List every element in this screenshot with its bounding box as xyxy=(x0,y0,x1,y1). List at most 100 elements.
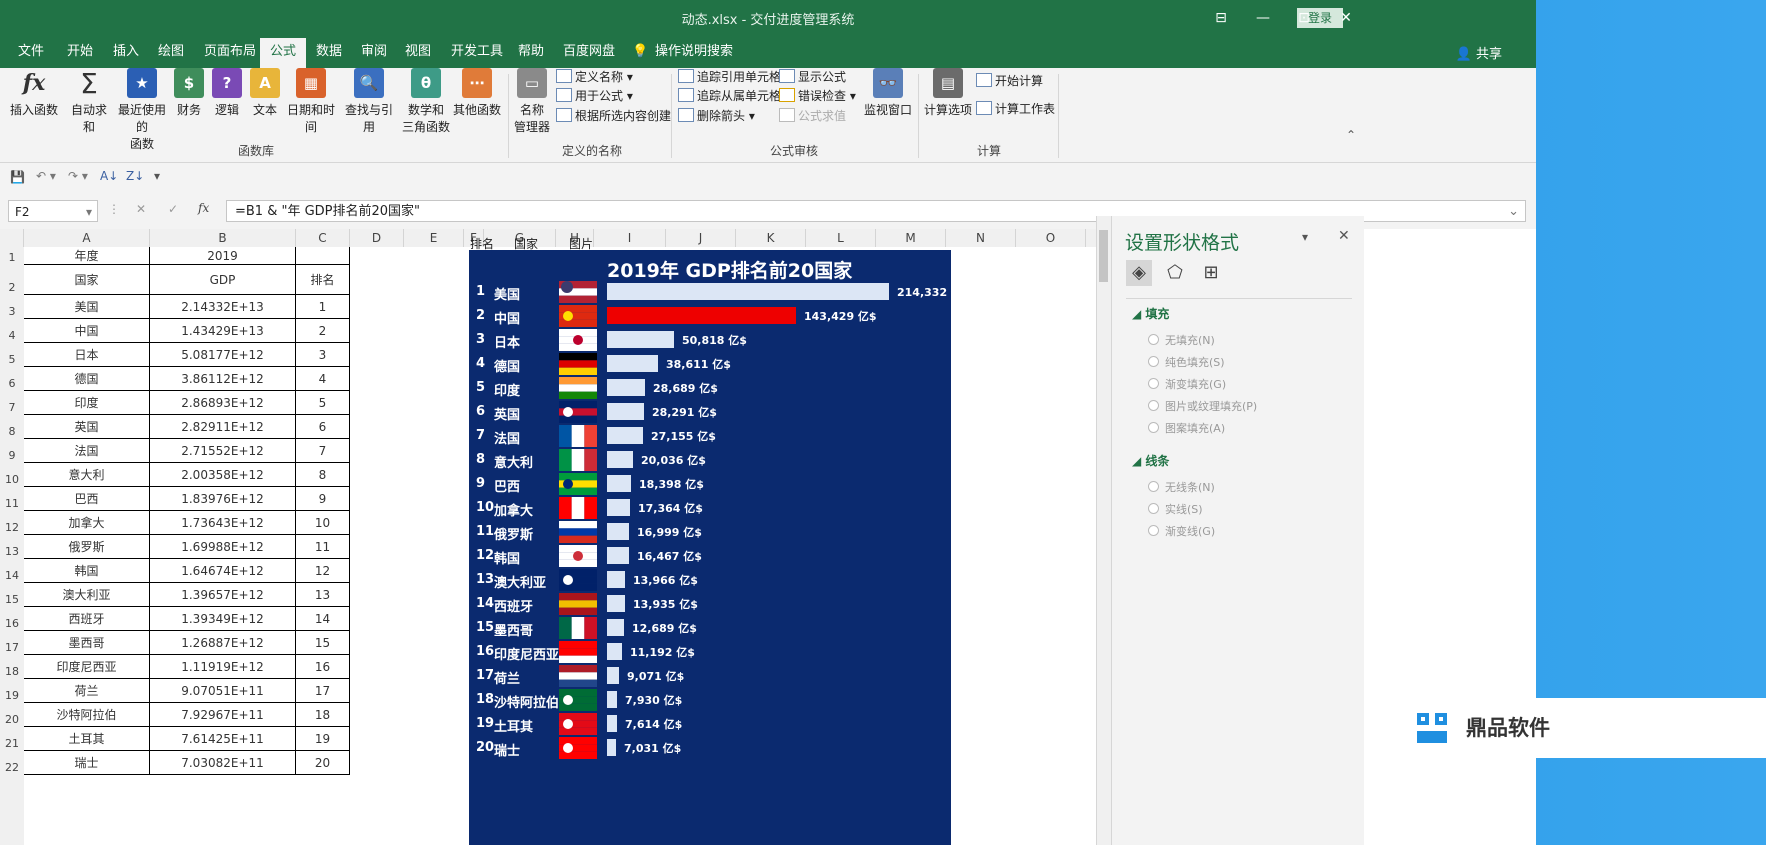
row-header-9[interactable]: 9 xyxy=(0,449,24,462)
table-cell-country[interactable]: 日本 xyxy=(24,343,150,367)
table-cell-gdp[interactable]: 3.86112E+12 xyxy=(150,367,296,391)
table-cell-gdp[interactable]: 1.11919E+12 xyxy=(150,655,296,679)
row-header-20[interactable]: 20 xyxy=(0,713,24,726)
table-cell-rank[interactable]: 11 xyxy=(296,535,350,559)
row-header-4[interactable]: 4 xyxy=(0,329,24,342)
tab-view[interactable]: 视图 xyxy=(405,43,431,68)
pane-radio-option[interactable]: 渐变线(G) xyxy=(1148,523,1215,539)
tab-formulas[interactable]: 公式 xyxy=(260,38,307,70)
row-header-16[interactable]: 16 xyxy=(0,617,24,630)
cell-a1[interactable]: 年度 xyxy=(24,247,150,265)
pane-radio-option[interactable]: 实线(S) xyxy=(1148,501,1203,517)
vertical-scrollbar[interactable] xyxy=(1096,216,1111,845)
text-button[interactable]: A 文本 xyxy=(250,68,280,118)
financial-button[interactable]: $ 财务 xyxy=(174,68,204,118)
table-cell-rank[interactable]: 12 xyxy=(296,559,350,583)
calc-now-button[interactable]: 开始计算 xyxy=(976,72,1043,89)
cell-c1[interactable] xyxy=(296,247,350,265)
show-formulas-button[interactable]: 显示公式 xyxy=(779,68,846,85)
column-header-j[interactable]: J xyxy=(666,229,736,247)
table-cell-gdp[interactable]: 2.82911E+12 xyxy=(150,415,296,439)
table-cell-rank[interactable]: 17 xyxy=(296,679,350,703)
trace-precedents-button[interactable]: 追踪引用单元格 xyxy=(678,68,781,85)
table-cell-country[interactable]: 瑞士 xyxy=(24,751,150,775)
cell-a2[interactable]: 国家 xyxy=(24,265,150,295)
redo-icon[interactable]: ↷ ▾ xyxy=(68,169,88,183)
tab-draw[interactable]: 绘图 xyxy=(158,43,184,68)
maximize-button[interactable]: ⊡ xyxy=(1290,6,1318,30)
table-cell-country[interactable]: 意大利 xyxy=(24,463,150,487)
cell-c2[interactable]: 排名 xyxy=(296,265,350,295)
table-cell-rank[interactable]: 9 xyxy=(296,487,350,511)
table-cell-rank[interactable]: 19 xyxy=(296,727,350,751)
row-header-7[interactable]: 7 xyxy=(0,401,24,414)
table-cell-country[interactable]: 沙特阿拉伯 xyxy=(24,703,150,727)
table-cell-rank[interactable]: 5 xyxy=(296,391,350,415)
pane-options-icon[interactable]: ▾ xyxy=(1302,230,1308,244)
column-header-m[interactable]: M xyxy=(876,229,946,247)
column-header-d[interactable]: D xyxy=(350,229,404,247)
tell-me-search[interactable]: 操作说明搜索 xyxy=(655,43,733,68)
tab-baidu-netdisk[interactable]: 百度网盘 xyxy=(563,43,615,68)
tab-data[interactable]: 数据 xyxy=(316,43,342,68)
pane-radio-option[interactable]: 图案填充(A) xyxy=(1148,420,1225,436)
sort-descending-icon[interactable]: Z↓ xyxy=(126,169,144,183)
row-header-12[interactable]: 12 xyxy=(0,521,24,534)
column-header-k[interactable]: K xyxy=(736,229,806,247)
tab-review[interactable]: 审阅 xyxy=(361,43,387,68)
table-cell-country[interactable]: 土耳其 xyxy=(24,727,150,751)
table-cell-gdp[interactable]: 7.61425E+11 xyxy=(150,727,296,751)
tab-file[interactable]: 文件 xyxy=(18,43,44,68)
column-header-c[interactable]: C xyxy=(296,229,350,247)
table-cell-rank[interactable]: 14 xyxy=(296,607,350,631)
error-checking-button[interactable]: 错误检查 ▾ xyxy=(779,87,856,104)
pane-radio-option[interactable]: 渐变填充(G) xyxy=(1148,376,1226,392)
table-cell-country[interactable]: 荷兰 xyxy=(24,679,150,703)
table-cell-country[interactable]: 印度 xyxy=(24,391,150,415)
datetime-button[interactable]: ▦ 日期和时间 xyxy=(283,68,339,135)
table-cell-rank[interactable]: 2 xyxy=(296,319,350,343)
table-cell-country[interactable]: 德国 xyxy=(24,367,150,391)
row-header-14[interactable]: 14 xyxy=(0,569,24,582)
customize-qat-icon[interactable]: ▾ xyxy=(154,169,160,183)
close-button[interactable]: ✕ xyxy=(1332,6,1360,30)
table-cell-rank[interactable]: 10 xyxy=(296,511,350,535)
effects-icon[interactable]: ⬠ xyxy=(1162,260,1188,286)
table-cell-rank[interactable]: 15 xyxy=(296,631,350,655)
table-cell-gdp[interactable]: 1.39657E+12 xyxy=(150,583,296,607)
logical-button[interactable]: ? 逻辑 xyxy=(212,68,242,118)
table-cell-gdp[interactable]: 1.69988E+12 xyxy=(150,535,296,559)
table-cell-country[interactable]: 加拿大 xyxy=(24,511,150,535)
row-header-1[interactable]: 1 xyxy=(0,251,24,264)
table-cell-gdp[interactable]: 1.39349E+12 xyxy=(150,607,296,631)
pane-radio-option[interactable]: 无线条(N) xyxy=(1148,479,1215,495)
ribbon-display-icon[interactable]: ⊟ xyxy=(1207,6,1235,30)
collapse-ribbon-icon[interactable]: ⌃ xyxy=(1346,128,1356,142)
insert-function-button[interactable]: fx 插入函数 xyxy=(10,68,58,118)
table-cell-gdp[interactable]: 5.08177E+12 xyxy=(150,343,296,367)
row-header-21[interactable]: 21 xyxy=(0,737,24,750)
pane-radio-option[interactable]: 纯色填充(S) xyxy=(1148,354,1225,370)
row-header-19[interactable]: 19 xyxy=(0,689,24,702)
undo-icon[interactable]: ↶ ▾ xyxy=(36,169,56,183)
table-cell-rank[interactable]: 7 xyxy=(296,439,350,463)
table-cell-rank[interactable]: 16 xyxy=(296,655,350,679)
table-cell-rank[interactable]: 1 xyxy=(296,295,350,319)
name-manager-button[interactable]: ▭ 名称 管理器 xyxy=(514,68,550,135)
table-cell-gdp[interactable]: 2.86893E+12 xyxy=(150,391,296,415)
table-cell-gdp[interactable]: 1.73643E+12 xyxy=(150,511,296,535)
row-header-13[interactable]: 13 xyxy=(0,545,24,558)
row-header-5[interactable]: 5 xyxy=(0,353,24,366)
fill-line-icon[interactable]: ◈ xyxy=(1126,260,1152,286)
more-functions-button[interactable]: ⋯ 其他函数 xyxy=(453,68,501,118)
scrollbar-thumb[interactable] xyxy=(1099,230,1108,282)
calc-sheet-button[interactable]: 计算工作表 xyxy=(976,100,1055,117)
table-cell-rank[interactable]: 6 xyxy=(296,415,350,439)
calc-options-button[interactable]: ▤ 计算选项 xyxy=(924,68,972,118)
row-header-15[interactable]: 15 xyxy=(0,593,24,606)
trace-dependents-button[interactable]: 追踪从属单元格 xyxy=(678,87,781,104)
table-cell-country[interactable]: 中国 xyxy=(24,319,150,343)
column-header-l[interactable]: L xyxy=(806,229,876,247)
expand-formula-icon[interactable]: ⌄ xyxy=(1508,201,1519,223)
save-icon[interactable]: 💾 xyxy=(10,170,25,184)
